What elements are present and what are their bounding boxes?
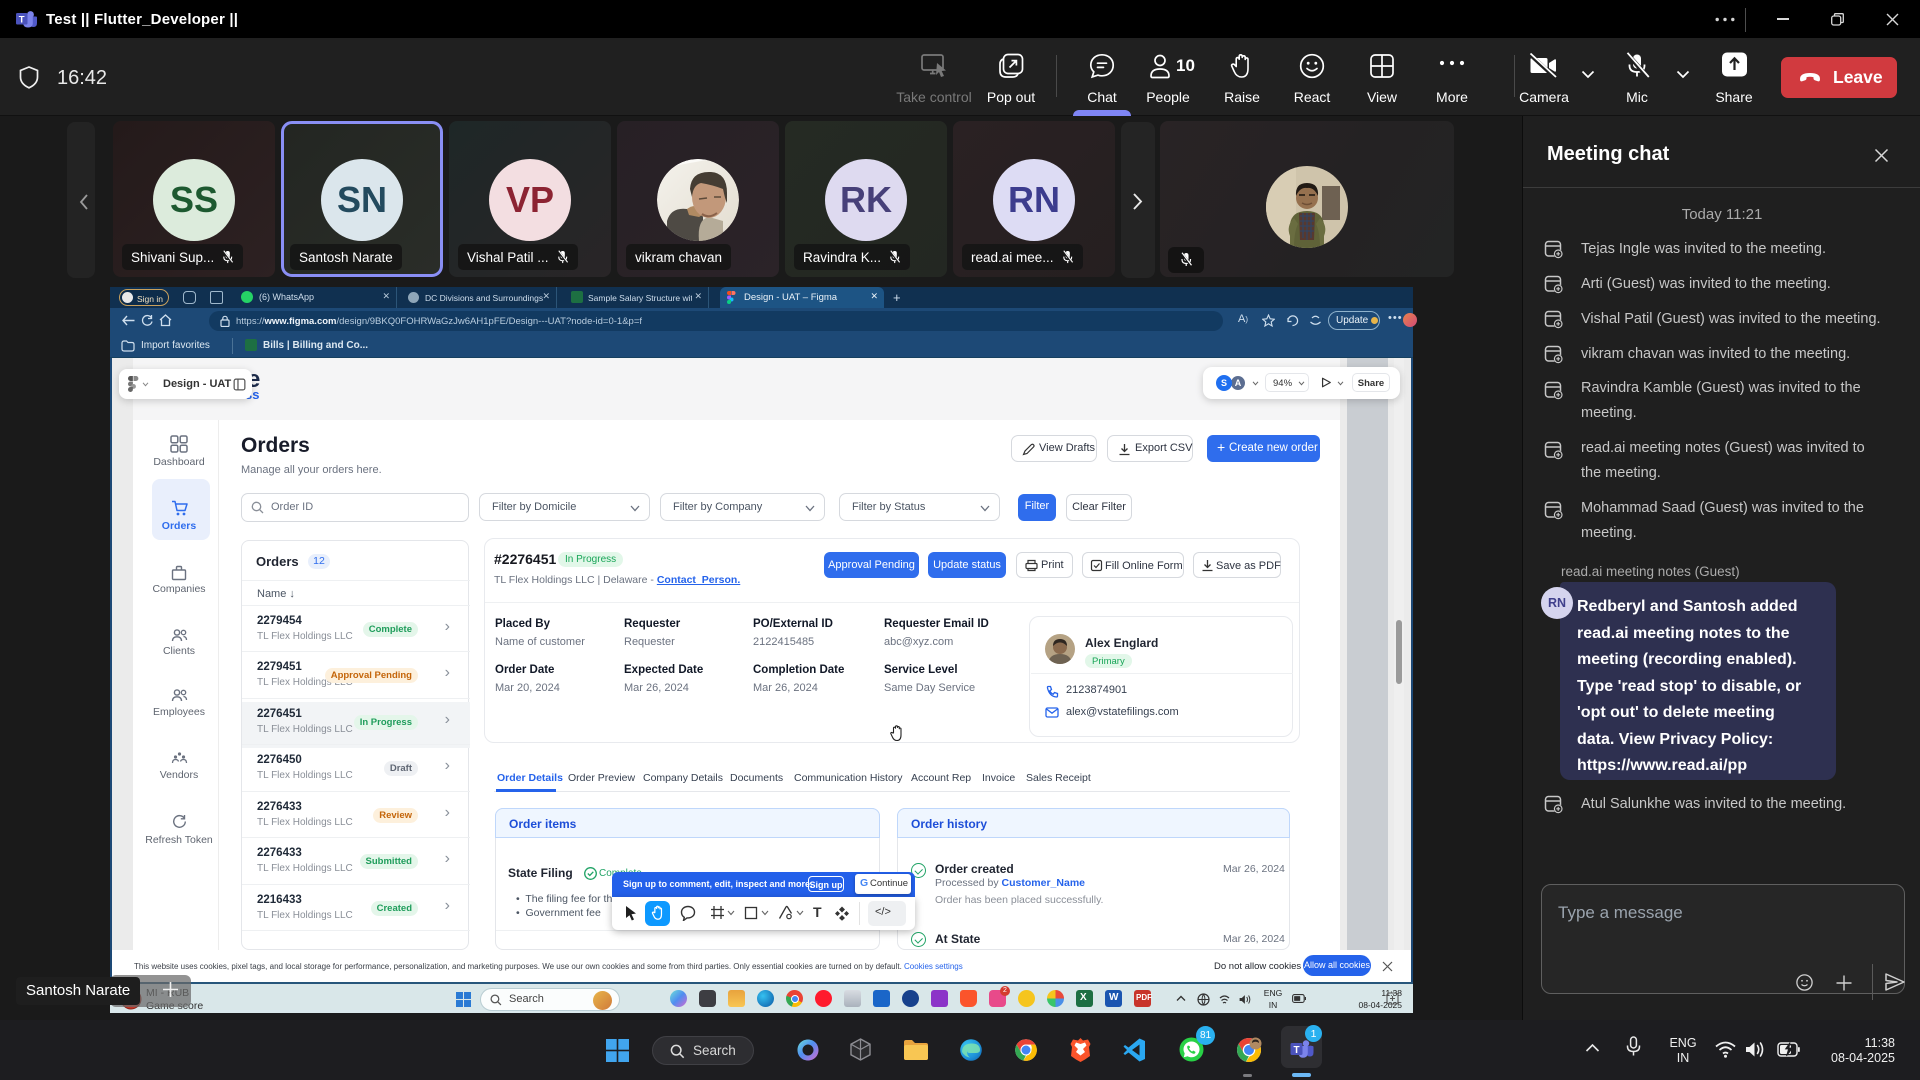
svg-text:T: T bbox=[19, 15, 25, 26]
svg-text:T: T bbox=[1293, 1045, 1299, 1056]
